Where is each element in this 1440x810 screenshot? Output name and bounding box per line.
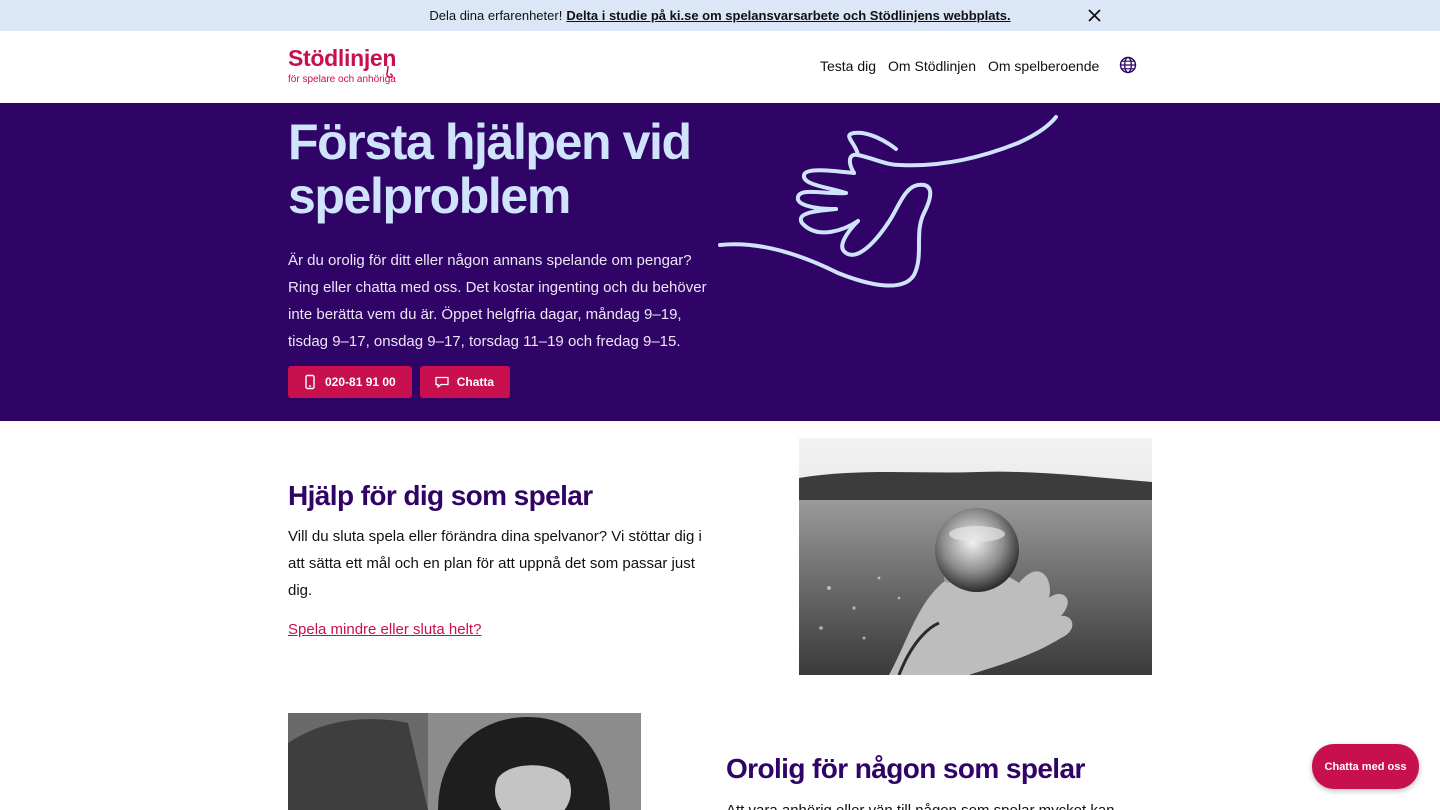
nav-item-om-stodlinjen[interactable]: Om Stödlinjen — [888, 58, 976, 74]
hand-illustration — [718, 115, 1058, 288]
nav-item-om-spelberoende[interactable]: Om spelberoende — [988, 58, 1099, 74]
close-icon[interactable] — [1086, 7, 1103, 24]
phone-icon — [305, 374, 315, 390]
call-button-label: 020-81 91 00 — [325, 375, 396, 389]
chat-bubble-icon — [435, 376, 449, 388]
chat-button[interactable]: Chatta — [419, 366, 511, 398]
relative-section-text: Att vara anhörig eller vän till någon so… — [726, 797, 1156, 810]
photo-person-image — [288, 713, 641, 810]
relative-section-title: Orolig för någon som spelar — [726, 753, 1085, 784]
nav-item-testa-dig[interactable]: Testa dig — [820, 58, 876, 74]
play-less-link[interactable]: Spela mindre eller sluta helt? — [288, 621, 481, 638]
chat-with-us-button[interactable]: Chatta med oss — [1312, 744, 1419, 789]
stodlinjen-logo[interactable]: Stödlinjen för spelare och anhöriga — [288, 45, 418, 89]
photo-hand-with-glass-ball — [799, 438, 1152, 675]
hero-title: Första hjälpen vid spelproblem — [288, 114, 692, 224]
hero-text: Är du orolig för ditt eller någon annans… — [288, 252, 707, 350]
call-button[interactable]: 020-81 91 00 — [288, 366, 412, 398]
photo-person-thinking — [288, 713, 641, 810]
photo-glass-ball-image — [799, 438, 1152, 675]
player-section-title: Hjälp för dig som spelar — [288, 480, 593, 511]
player-section-text: Vill du sluta spela eller förändra dina … — [288, 528, 702, 599]
banner-prefix: Dela dina erfarenheter! — [429, 8, 563, 23]
hero-section: Första hjälpen vid spelproblem Är du oro… — [0, 103, 1440, 421]
chat-button-label: Chatta — [456, 375, 495, 389]
study-banner: Dela dina erfarenheter! Delta i studie p… — [0, 0, 1440, 31]
site-header: Stödlinjen för spelare och anhöriga Test… — [0, 31, 1440, 103]
main-nav: Testa dig Om Stödlinjen Om spelberoende — [820, 58, 1099, 74]
banner-study-link[interactable]: Delta i studie på ki.se om spelansvarsar… — [566, 8, 1010, 23]
globe-icon[interactable] — [1119, 56, 1137, 74]
logo-name: Stödlinjen — [288, 45, 397, 71]
hero-buttons: 020-81 91 00 Chatta — [288, 366, 511, 398]
logo-tagline: för spelare och anhöriga — [288, 74, 396, 85]
